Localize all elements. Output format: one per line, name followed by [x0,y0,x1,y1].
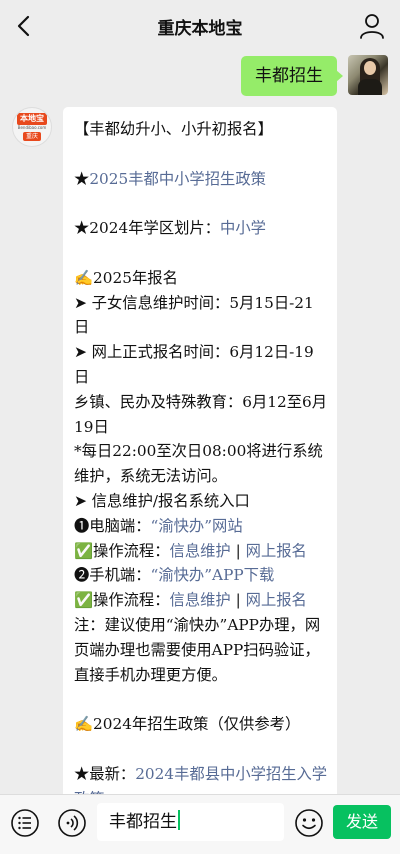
emoji-button[interactable] [294,808,324,838]
district-link[interactable]: 中小学 [220,219,266,237]
bot-message-row: 本地宝 Bendibao.com 重庆 【丰都幼升小、小升初报名】 ★2025丰… [12,107,337,794]
star-mark: ★ [74,169,90,188]
my-message-bubble[interactable]: 丰都招生 [241,56,343,96]
page-title: 重庆本地宝 [157,18,243,39]
avatar-body [358,79,382,95]
chevron-left-icon [17,15,30,37]
my-message-row: 丰都招生 [241,55,388,96]
app-usage-note: 注：建议使用“渝快办”APP办理，网页端办理也需要使用APP扫码验证，直接手机办… [74,615,321,684]
district-line: ★2024年学区划片：中小学 [74,216,329,241]
pc-flow-prefix: ✅操作流程： [74,541,170,560]
policy-2025-link[interactable]: 2025丰都中小学招生政策 [89,170,266,188]
my-avatar[interactable] [348,55,388,95]
bot-avatar[interactable]: 本地宝 Bendibao.com 重庆 [12,107,52,147]
latest-prefix: ★最新： [74,764,136,783]
pc-info-maintenance-link[interactable]: 信息维护 [170,542,231,560]
info-maintenance-time: ➤ 子女信息维护时间：5月15日-21日 [74,293,314,337]
pc-prefix: ❶电脑端： [74,516,151,535]
message-input[interactable]: 丰都招生 [97,803,284,841]
policy-2025-line: ★2025丰都中小学招生政策 [74,167,329,192]
mobile-online-registration-link[interactable]: 网上报名 [246,591,307,609]
separator: | [235,541,241,560]
pc-entry-line: ❶电脑端：“渝快办”网站 [74,514,329,539]
person-icon [360,14,384,39]
bot-logo-text: 本地宝 [17,113,47,125]
message-input-value: 丰都招生 [109,812,177,832]
latest-policy-line: ★最新：2024丰都县中小学招生入学政策 [74,762,329,794]
profile-button[interactable] [358,12,386,40]
entry-title: ➤ 信息维护/报名系统入口 [74,491,250,510]
mobile-info-maintenance-link[interactable]: 信息维护 [170,591,231,609]
mobile-entry-line: ❷手机端：“渝快办”APP下载 [74,563,329,588]
mobile-flow-prefix: ✅操作流程： [74,591,170,610]
special-education-time: 乡镇、民办及特殊教育：6月12至6月19日 [74,392,328,436]
mobile-prefix: ❷手机端： [74,566,151,585]
top-bar: 重庆本地宝 [0,0,400,52]
registration-2025-heading: ✍2025年报名 [74,268,178,287]
maintenance-notice: *每日22:00至次日08:00将进行系统维护，系统无法访问。 [74,442,323,486]
text-caret [178,810,180,830]
voice-icon [58,809,86,837]
separator: | [235,591,241,610]
pc-website-link[interactable]: “渝快办”网站 [151,517,243,535]
reply-heading: 【丰都幼升小、小升初报名】 [74,120,273,138]
back-button[interactable] [8,10,38,42]
chat-area[interactable]: 丰都招生 本地宝 Bendibao.com 重庆 【丰都幼升小、小升初报名】 ★… [0,52,400,794]
menu-button[interactable] [10,808,40,838]
bot-reply-bubble: 【丰都幼升小、小升初报名】 ★2025丰都中小学招生政策 ★2024年学区划片：… [63,107,337,794]
bot-logo-city: 重庆 [22,132,41,141]
smiley-icon [295,809,323,837]
app-download-link[interactable]: “渝快办”APP下载 [151,566,275,584]
mobile-flow-line: ✅操作流程：信息维护 | 网上报名 [74,588,329,613]
pc-flow-line: ✅操作流程：信息维护 | 网上报名 [74,539,329,564]
avatar-face [364,61,376,75]
pc-online-registration-link[interactable]: 网上报名 [246,542,307,560]
policy-2024-heading: ✍2024年招生政策（仅供参考） [74,715,301,734]
voice-button[interactable] [57,808,87,838]
online-registration-time: ➤ 网上正式报名时间：6月12日-19日 [74,343,314,386]
send-button[interactable]: 发送 [333,805,391,839]
list-menu-icon [11,809,39,837]
district-prefix: ★2024年学区划片： [74,219,221,238]
input-bar: 丰都招生 发送 [0,794,400,854]
bot-logo-domain: Bendibao.com [17,125,47,130]
